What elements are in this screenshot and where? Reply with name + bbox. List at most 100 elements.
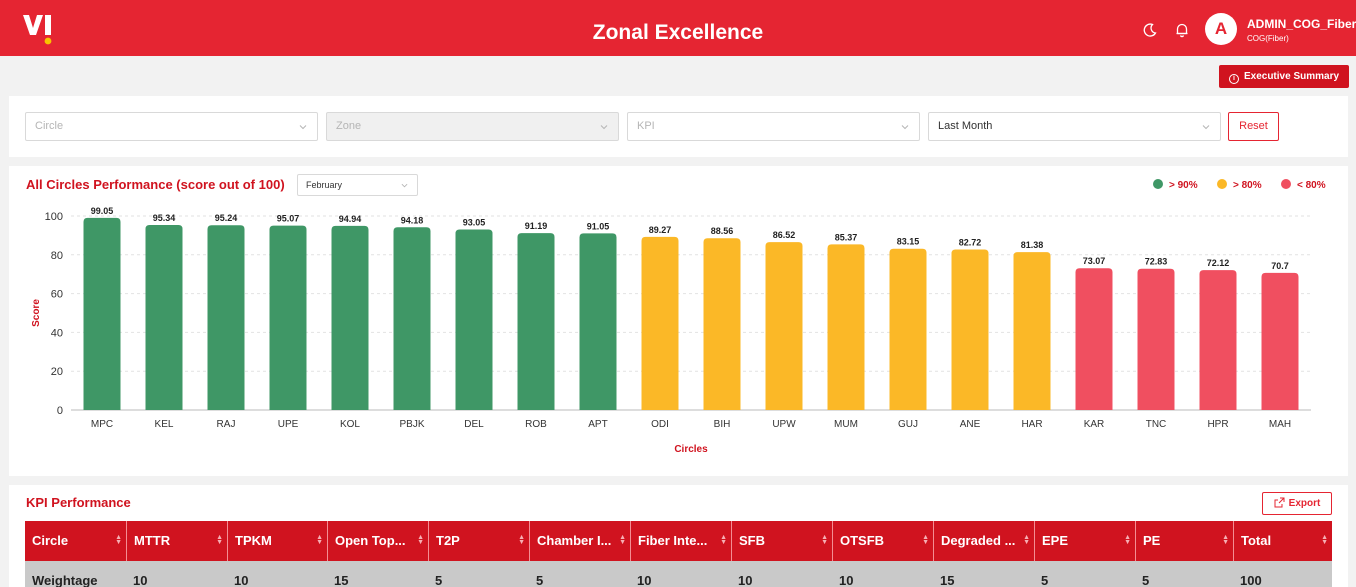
bar-data-label: 73.07 [1083,256,1106,266]
column-header-mttr[interactable]: MTTR ▲ ▼ [126,521,227,561]
x-tick-label: MPC [91,419,113,430]
month-select[interactable]: February [297,174,418,196]
bar-data-label: 81.38 [1021,240,1044,250]
x-tick-label: ANE [960,419,981,430]
x-tick-label: KAR [1084,419,1105,430]
table-cell: 10 [839,573,854,587]
bar-data-label: 86.52 [773,230,796,240]
chevron-down-icon [401,183,408,188]
table-cell: 10 [133,573,148,587]
x-tick-label: GUJ [898,419,918,430]
sort-icon[interactable]: ▲ ▼ [216,534,223,546]
column-header-label: T2P [436,533,460,548]
sort-icon[interactable]: ▲ ▼ [619,534,626,546]
column-header-otsfb[interactable]: OTSFB ▲ ▼ [832,521,933,561]
sort-icon[interactable]: ▲ ▼ [1321,534,1328,546]
column-header-label: Degraded ... [941,533,1016,548]
user-avatar[interactable]: A [1205,13,1237,45]
zone-select[interactable]: Zone [326,112,619,141]
circle-select-placeholder: Circle [35,120,64,132]
column-header-label: Chamber I... [537,533,612,548]
legend-label: > 90% [1169,180,1198,191]
y-tick-label: 60 [51,289,63,301]
legend-dot-yellow [1217,179,1227,189]
dark-mode-moon-icon[interactable] [1142,22,1158,38]
chevron-down-icon [1202,125,1210,130]
x-tick-label: UPE [278,419,299,430]
bar-bih [703,238,741,410]
filter-panel: Circle Zone KPI Last Month Reset [9,96,1348,157]
kpi-table-header: Circle ▲ ▼ MTTR ▲ ▼ TPKM ▲ ▼ Open Top... ▲ ▼ T2P ▲ ▼ Ch… [25,521,1332,561]
info-icon: i [1228,74,1239,84]
chevron-down-icon [299,125,307,130]
column-header-sfb[interactable]: SFB ▲ ▼ [731,521,832,561]
y-tick-label: 20 [51,366,63,378]
reset-button[interactable]: Reset [1228,112,1279,141]
bar-data-label: 91.19 [525,221,548,231]
x-tick-label: RAJ [217,419,236,430]
column-header-circle[interactable]: Circle ▲ ▼ [25,521,126,561]
sort-icon[interactable]: ▲ ▼ [115,534,122,546]
x-tick-label: KOL [340,419,360,430]
sort-icon[interactable]: ▲ ▼ [518,534,525,546]
column-header-epe[interactable]: EPE ▲ ▼ [1034,521,1135,561]
bar-data-label: 85.37 [835,232,858,242]
column-header-fiber-inte[interactable]: Fiber Inte... ▲ ▼ [630,521,731,561]
column-header-total[interactable]: Total ▲ ▼ [1233,521,1332,561]
x-tick-label: BIH [714,419,731,430]
legend-item-high[interactable]: > 90% [1153,179,1198,191]
top-header: Zonal Excellence A ADMIN_COG_Fiber COG(F… [0,0,1356,56]
x-tick-label: UPW [772,419,796,430]
legend-dot-red [1281,179,1291,189]
column-header-open-top[interactable]: Open Top... ▲ ▼ [327,521,428,561]
kpi-select[interactable]: KPI [627,112,920,141]
export-label: Export [1288,498,1321,509]
sort-icon[interactable]: ▲ ▼ [720,534,727,546]
bar-rob [517,233,555,410]
bar-data-label: 72.83 [1145,257,1168,267]
sort-icon[interactable]: ▲ ▼ [417,534,424,546]
sort-icon[interactable]: ▲ ▼ [1222,534,1229,546]
bar-data-label: 95.34 [153,213,176,223]
legend-label: < 80% [1297,180,1326,191]
legend-label: > 80% [1233,180,1262,191]
table-cell: 15 [940,573,955,587]
notification-bell-icon[interactable] [1174,22,1190,38]
bar-har [1013,252,1051,410]
table-cell: 5 [1142,573,1150,587]
column-header-pe[interactable]: PE ▲ ▼ [1135,521,1233,561]
x-tick-label: MAH [1269,419,1291,430]
y-tick-label: 100 [45,211,63,223]
legend-item-mid[interactable]: > 80% [1217,179,1262,191]
y-tick-label: 40 [51,327,63,339]
bar-data-label: 94.94 [339,214,362,224]
column-header-tpkm[interactable]: TPKM ▲ ▼ [227,521,327,561]
export-button[interactable]: Export [1262,492,1332,515]
bar-data-label: 82.72 [959,238,982,248]
column-header-degraded[interactable]: Degraded ... ▲ ▼ [933,521,1034,561]
sort-icon[interactable]: ▲ ▼ [316,534,323,546]
bar-del [455,229,493,410]
y-tick-label: 80 [51,250,63,262]
month-select-value: February [306,180,343,190]
bar-mpc [83,217,121,410]
legend-item-low[interactable]: < 80% [1281,179,1326,191]
x-tick-label: PBJK [399,419,424,430]
executive-summary-button[interactable]: i Executive Summary [1219,65,1349,88]
bar-data-label: 95.24 [215,213,238,223]
sort-icon[interactable]: ▲ ▼ [1023,534,1030,546]
x-tick-label: TNC [1146,419,1167,430]
sort-icon[interactable]: ▲ ▼ [821,534,828,546]
sort-icon[interactable]: ▲ ▼ [1124,534,1131,546]
bar-data-label: 72.12 [1207,258,1230,268]
period-select[interactable]: Last Month [928,112,1221,141]
bar-upw [765,242,803,410]
sort-icon[interactable]: ▲ ▼ [922,534,929,546]
column-header-t2p[interactable]: T2P ▲ ▼ [428,521,529,561]
column-header-chamber-i[interactable]: Chamber I... ▲ ▼ [529,521,630,561]
column-header-label: PE [1143,533,1161,548]
y-tick-label: 0 [57,405,63,417]
executive-summary-label: Executive Summary [1243,71,1340,82]
circle-select[interactable]: Circle [25,112,318,141]
bar-guj [889,248,927,410]
